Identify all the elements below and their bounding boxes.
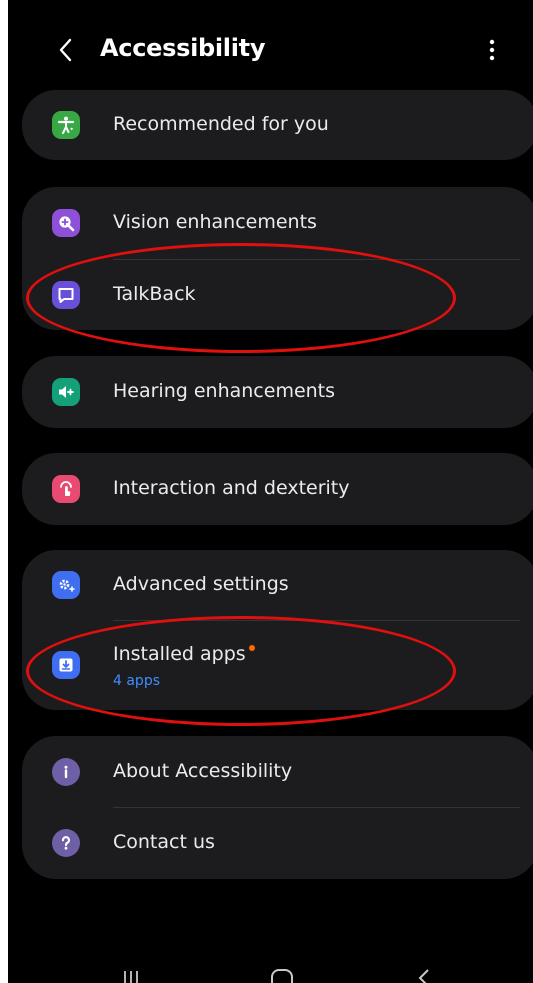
gear-plus-icon [52,571,80,599]
nav-back-icon[interactable] [414,968,434,983]
list-item-contact-us[interactable]: Contact us [22,808,533,878]
phone-frame: Accessibility Recommended for you Vision… [0,0,533,983]
chevron-left-icon [59,38,72,62]
list-item-label: Recommended for you [113,113,329,135]
highlight-ellipse-installed-apps [26,616,456,726]
list-item-label: Contact us [113,831,215,853]
card-interaction: Interaction and dexterity [22,453,533,525]
recents-icon[interactable] [122,970,140,983]
accessibility-person-icon [52,111,80,139]
home-icon[interactable] [270,968,294,983]
touch-icon [52,475,80,503]
list-item-label: Hearing enhancements [113,380,336,402]
navigation-bar [8,965,533,983]
list-item-recommended-for-you[interactable]: Recommended for you [22,90,533,160]
list-item-label: About Accessibility [113,760,293,782]
list-item-label: Vision enhancements [113,211,317,233]
more-vert-icon [489,39,495,61]
help-icon [52,829,80,857]
accessibility-screen: Accessibility Recommended for you Vision… [8,0,533,983]
speaker-icon [52,378,80,406]
more-options-button[interactable] [476,30,508,70]
list-item-label: Advanced settings [113,573,289,595]
list-item-hearing-enhancements[interactable]: Hearing enhancements [22,357,533,427]
list-item-advanced-settings[interactable]: Advanced settings [22,550,533,620]
list-item-label: Interaction and dexterity [113,477,350,499]
highlight-ellipse-talkback [26,243,456,353]
page-title: Accessibility [100,34,266,62]
card-recommended: Recommended for you [22,90,533,160]
card-hearing: Hearing enhancements [22,356,533,428]
back-button[interactable] [46,30,86,70]
app-bar: Accessibility [8,0,533,90]
card-about: About Accessibility Contact us [22,736,533,879]
zoom-in-icon [52,209,80,237]
list-item-about-accessibility[interactable]: About Accessibility [22,737,533,807]
info-icon [52,758,80,786]
list-item-interaction-and-dexterity[interactable]: Interaction and dexterity [22,454,533,524]
